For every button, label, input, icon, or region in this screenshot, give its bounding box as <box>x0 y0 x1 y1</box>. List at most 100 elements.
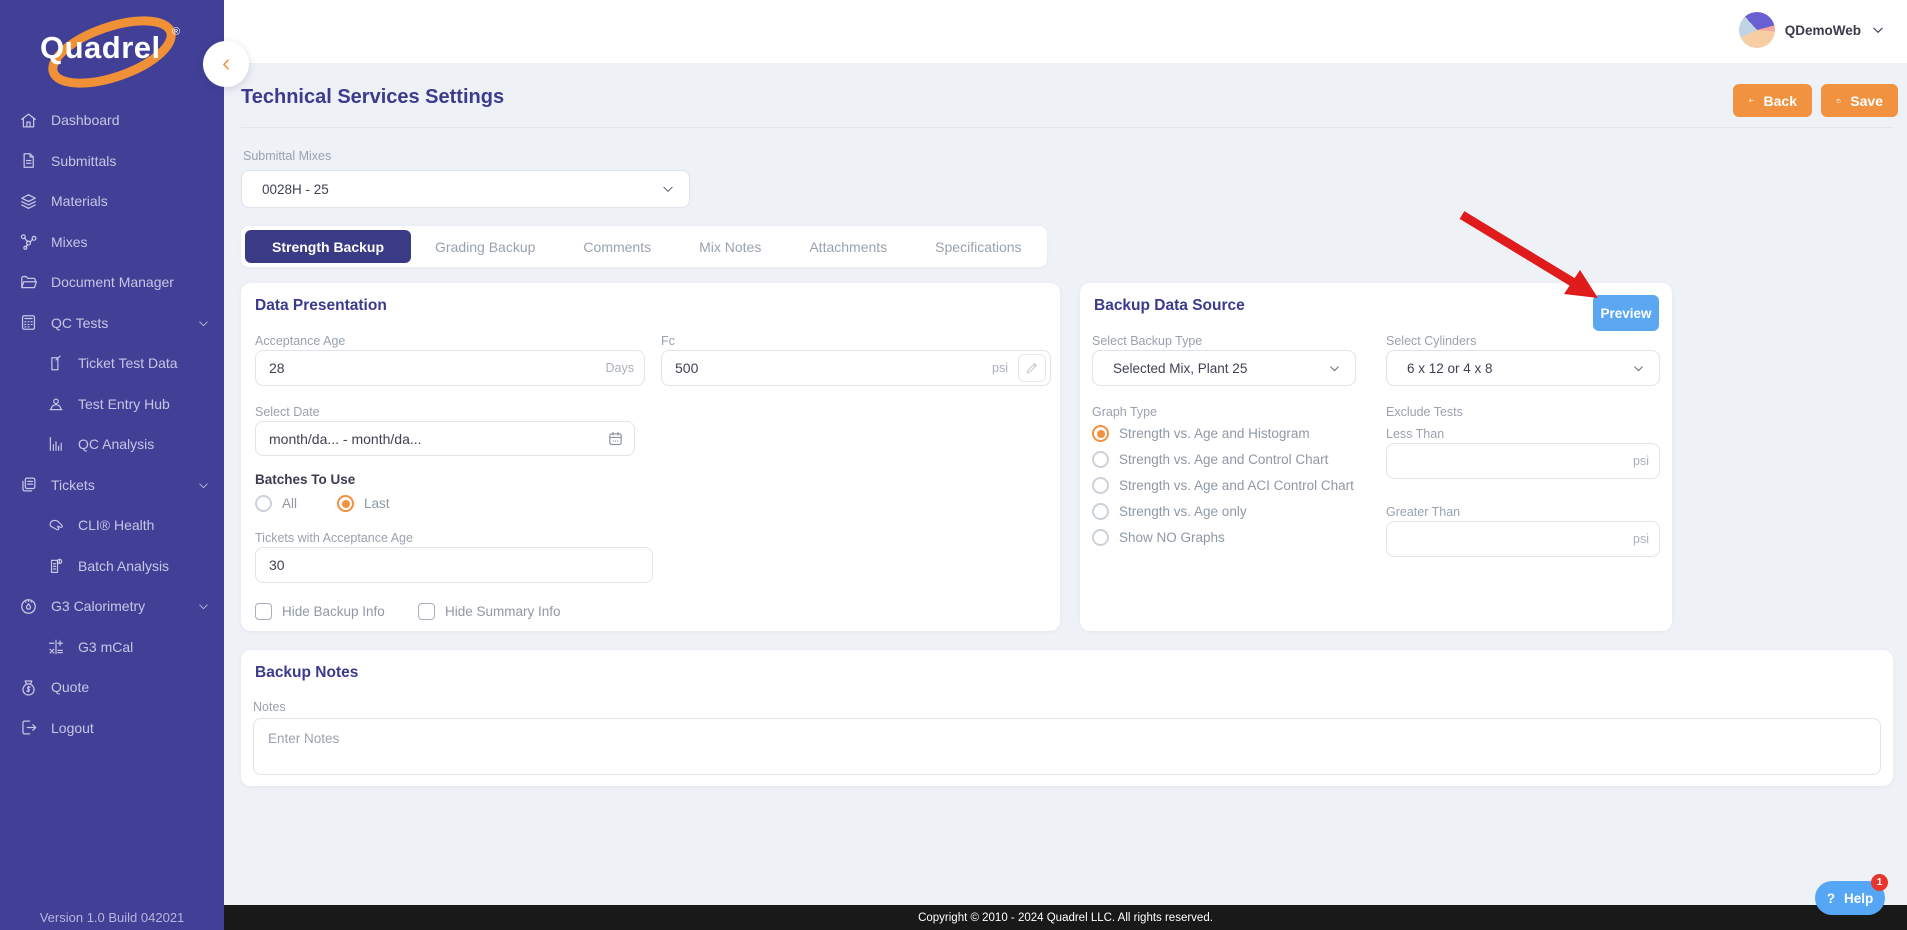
chevron-down-icon[interactable] <box>197 479 210 492</box>
graph-type-option-label: Strength vs. Age and Histogram <box>1119 426 1310 441</box>
copyright-text: Copyright © 2010 - 2024 Quadrel LLC. All… <box>918 911 1213 924</box>
tab-attachments[interactable]: Attachments <box>785 230 911 263</box>
greater-than-input[interactable] <box>1387 531 1634 547</box>
select-date-field[interactable] <box>255 421 635 456</box>
backup-notes-title: Backup Notes <box>255 664 359 681</box>
help-label: Help <box>1843 890 1874 906</box>
sidebar-item-cli-health[interactable]: CLI® Health <box>0 505 224 546</box>
radio-circle <box>1092 451 1109 468</box>
sidebar-item-label: G3 mCal <box>78 638 134 655</box>
sidebar-item-label: Batch Analysis <box>78 557 170 574</box>
backup-notes-panel: Backup Notes Notes <box>241 650 1893 786</box>
sidebar-item-qc-analysis[interactable]: QC Analysis <box>0 424 224 465</box>
sidebar-item-mixes[interactable]: Mixes <box>0 222 224 263</box>
sidebar-item-batch-analysis[interactable]: Batch Analysis <box>0 546 224 587</box>
batches-all-radio[interactable]: All <box>255 495 297 512</box>
question-mark-icon: ? <box>1826 890 1835 906</box>
sidebar-item-label: Tickets <box>51 476 95 493</box>
preview-button[interactable]: Preview <box>1593 295 1659 331</box>
save-button[interactable]: Save <box>1821 84 1898 117</box>
graph-type-radio-no-graphs[interactable]: Show NO Graphs <box>1092 529 1225 546</box>
batches-last-radio[interactable]: Last <box>337 495 390 512</box>
tab-grading-backup[interactable]: Grading Backup <box>411 230 559 263</box>
radio-circle <box>1092 529 1109 546</box>
sidebar-item-quote[interactable]: Quote <box>0 667 224 708</box>
arrow-left-icon <box>1749 98 1754 103</box>
sidebar-item-materials[interactable]: Materials <box>0 181 224 222</box>
select-backup-type-select[interactable]: Selected Mix, Plant 25 <box>1092 350 1356 386</box>
back-label: Back <box>1763 92 1797 109</box>
acceptance-age-label: Acceptance Age <box>255 334 346 348</box>
sidebar-nav: Dashboard Submittals Materials Mixes Doc… <box>0 100 224 748</box>
folder-icon <box>19 273 38 292</box>
sidebar-item-label: Submittals <box>51 152 117 169</box>
tab-specifications[interactable]: Specifications <box>911 230 1045 263</box>
user-menu[interactable]: QDemoWeb <box>1738 12 1885 48</box>
chevron-down-icon[interactable] <box>197 317 210 330</box>
select-date-input[interactable] <box>256 430 607 447</box>
sidebar-item-ticket-test-data[interactable]: Ticket Test Data <box>0 343 224 384</box>
select-cylinders-select[interactable]: 6 x 12 or 4 x 8 <box>1386 350 1660 386</box>
calendar-icon[interactable] <box>607 430 624 447</box>
sidebar-item-label: Document Manager <box>51 274 174 291</box>
sidebar-item-document-manager[interactable]: Document Manager <box>0 262 224 303</box>
select-cylinders-label: Select Cylinders <box>1386 334 1477 348</box>
chevron-down-icon <box>1328 362 1341 375</box>
chevron-down-icon[interactable] <box>197 600 210 613</box>
fc-field: psi <box>661 350 1051 386</box>
graph-type-radio-histogram[interactable]: Strength vs. Age and Histogram <box>1092 425 1310 442</box>
footer: Copyright © 2010 - 2024 Quadrel LLC. All… <box>224 905 1907 930</box>
page-title: Technical Services Settings <box>241 86 505 108</box>
fc-input[interactable] <box>662 360 993 376</box>
radio-circle <box>255 495 272 512</box>
less-than-input[interactable] <box>1387 453 1634 469</box>
topbar: QDemoWeb <box>224 0 1907 63</box>
logo-text: Quadrel <box>40 30 161 65</box>
data-presentation-panel: Data Presentation Acceptance Age Days Fc… <box>241 283 1060 631</box>
pencil-icon <box>1026 363 1037 374</box>
tickets-acceptance-age-input[interactable] <box>256 557 652 573</box>
acceptance-age-input[interactable] <box>256 360 606 376</box>
sidebar-item-label: Materials <box>51 193 108 210</box>
hide-summary-info-checkbox[interactable]: Hide Summary Info <box>418 603 561 620</box>
sidebar-item-logout[interactable]: Logout <box>0 708 224 749</box>
sidebar-item-dashboard[interactable]: Dashboard <box>0 100 224 141</box>
less-than-unit: psi <box>1633 454 1649 468</box>
sidebar-item-label: Mixes <box>51 233 88 250</box>
sidebar-item-tickets[interactable]: Tickets <box>0 465 224 506</box>
tab-comments[interactable]: Comments <box>559 230 675 263</box>
notes-textarea[interactable] <box>253 718 1881 775</box>
clipboard-pen-icon <box>46 354 65 373</box>
avatar[interactable] <box>1738 12 1775 48</box>
graph-type-radio-age-only[interactable]: Strength vs. Age only <box>1092 503 1247 520</box>
submittal-mixes-select[interactable]: 0028H - 25 <box>241 170 690 208</box>
acceptance-age-field: Days <box>255 350 645 386</box>
save-label: Save <box>1850 92 1883 109</box>
notes-label: Notes <box>253 700 286 714</box>
tab-mix-notes[interactable]: Mix Notes <box>675 230 785 263</box>
graph-type-radio-aci-control-chart[interactable]: Strength vs. Age and ACI Control Chart <box>1092 477 1354 494</box>
sidebar-item-g3-calorimetry[interactable]: G3 Calorimetry <box>0 586 224 627</box>
sidebar-item-g3-mcal[interactable]: G3 mCal <box>0 627 224 668</box>
fc-edit-button[interactable] <box>1018 354 1046 382</box>
hide-backup-info-checkbox[interactable]: Hide Backup Info <box>255 603 385 620</box>
sidebar-item-qc-tests[interactable]: QC Tests <box>0 303 224 344</box>
math-operations-icon <box>46 637 65 656</box>
sidebar-item-label: QC Tests <box>51 314 109 331</box>
back-button[interactable]: Back <box>1733 84 1812 117</box>
less-than-label: Less Than <box>1386 427 1445 441</box>
sidebar-collapse-button[interactable] <box>203 41 249 87</box>
sidebar-item-label: Logout <box>51 719 94 736</box>
batches-to-use-label: Batches To Use <box>255 472 356 487</box>
sidebar-item-submittals[interactable]: Submittals <box>0 141 224 182</box>
chevron-down-icon <box>1873 27 1883 34</box>
help-button[interactable]: ? Help 1 <box>1815 874 1888 915</box>
user-name: QDemoWeb <box>1784 22 1861 38</box>
radio-circle <box>1092 425 1109 442</box>
tab-strength-backup[interactable]: Strength Backup <box>245 230 412 263</box>
tickets-acceptance-age-field <box>255 547 653 583</box>
graph-type-radio-control-chart[interactable]: Strength vs. Age and Control Chart <box>1092 451 1328 468</box>
sidebar-item-label: CLI® Health <box>78 517 155 534</box>
sidebar-item-test-entry-hub[interactable]: Test Entry Hub <box>0 384 224 425</box>
graph-type-option-label: Strength vs. Age and ACI Control Chart <box>1119 478 1354 493</box>
